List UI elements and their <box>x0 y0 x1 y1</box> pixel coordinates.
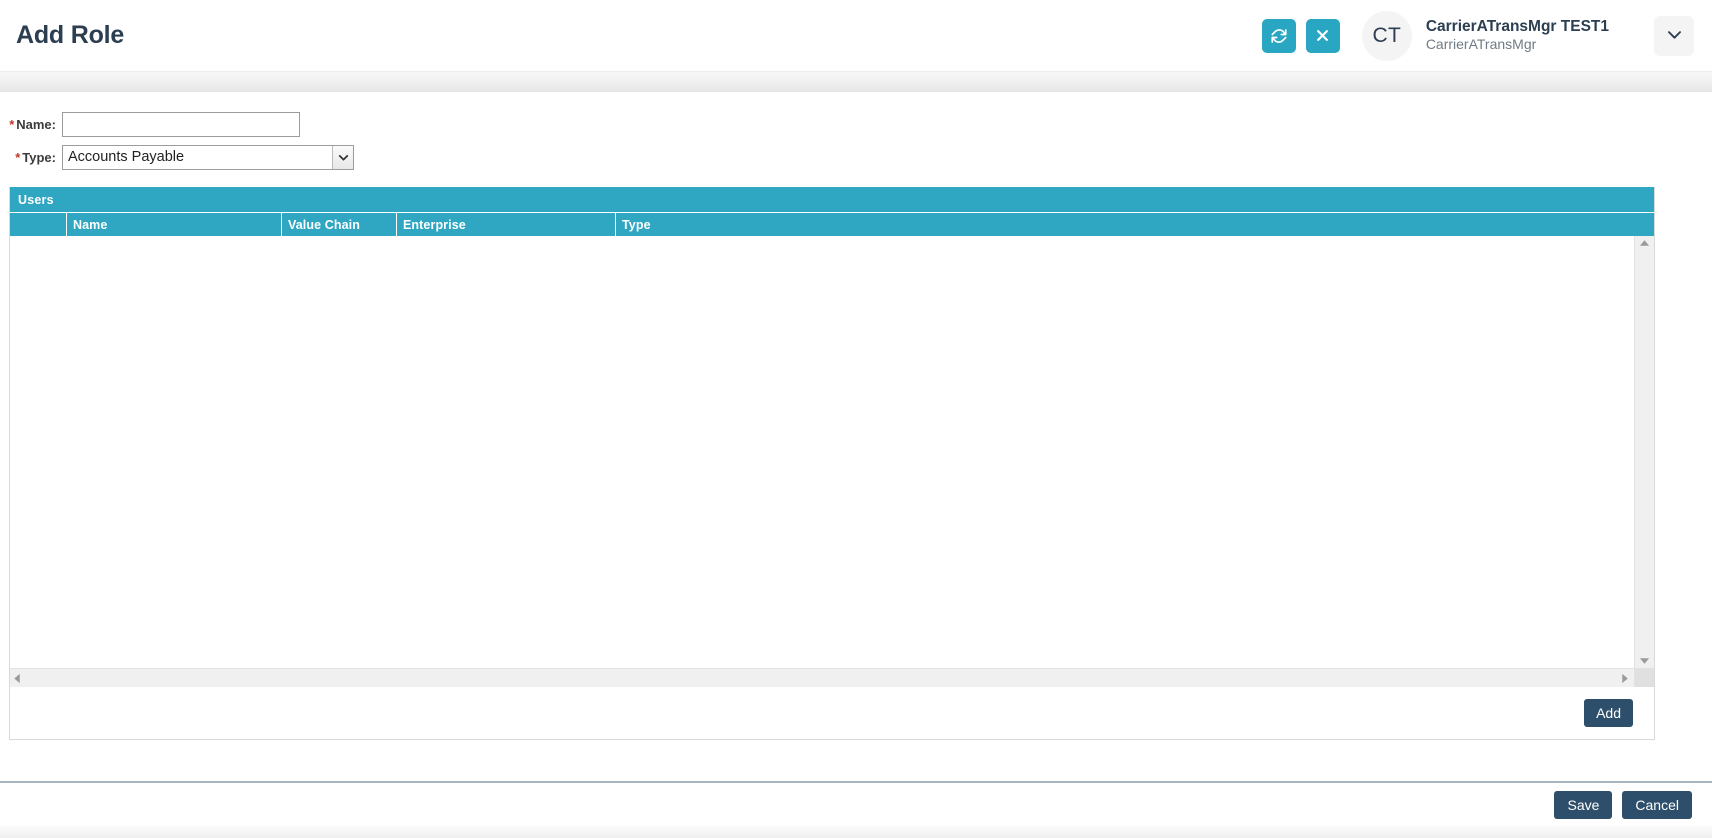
user-menu-button[interactable] <box>1654 15 1694 56</box>
chevron-down-icon[interactable] <box>332 145 353 169</box>
type-select[interactable]: Accounts Payable <box>62 144 354 170</box>
caret-left-icon[interactable] <box>13 673 21 684</box>
chevron-down-icon <box>1665 25 1684 47</box>
column-header-enterprise[interactable]: Enterprise <box>397 213 616 236</box>
app-header: Add Role CT CarrierATransMgr TEST1 Carri… <box>0 0 1712 71</box>
type-label-text: Type: <box>22 149 56 165</box>
cancel-button[interactable]: Cancel <box>1622 790 1692 819</box>
name-label: * Name: <box>0 117 62 132</box>
type-select-box[interactable]: Accounts Payable <box>62 144 354 170</box>
caret-up-icon[interactable] <box>1639 239 1650 247</box>
user-name: CarrierATransMgr TEST1 <box>1425 18 1609 36</box>
save-button[interactable]: Save <box>1554 790 1613 819</box>
refresh-icon <box>1270 27 1288 45</box>
vertical-scrollbar[interactable] <box>1634 236 1654 668</box>
type-select-value: Accounts Payable <box>68 149 185 165</box>
name-input[interactable] <box>62 111 300 137</box>
page-bottom-strip <box>0 826 1712 838</box>
refresh-button[interactable] <box>1261 18 1296 53</box>
form-footer: Save Cancel <box>0 781 1712 826</box>
users-table-header: Name Value Chain Enterprise Type <box>10 212 1654 236</box>
form-content: * Name: * Type: Accounts Payable Users Nam… <box>0 108 1712 740</box>
required-asterisk: * <box>15 149 21 165</box>
required-asterisk: * <box>9 116 15 132</box>
users-panel-title: Users <box>10 187 1654 212</box>
column-header-value-chain[interactable]: Value Chain <box>282 213 397 236</box>
caret-down-icon[interactable] <box>1639 657 1650 665</box>
add-user-button[interactable]: Add <box>1584 699 1633 727</box>
column-header-select[interactable] <box>10 213 67 236</box>
caret-right-icon[interactable] <box>1621 673 1629 684</box>
users-panel: Users Name Value Chain Enterprise Type A… <box>9 187 1655 740</box>
type-field-row: * Type: Accounts Payable <box>0 141 1712 173</box>
users-panel-actions: Add <box>10 687 1654 739</box>
avatar[interactable]: CT <box>1361 10 1412 61</box>
page-title: Add Role <box>16 21 125 49</box>
type-label: * Type: <box>0 150 62 165</box>
header-subbar <box>0 71 1712 92</box>
users-table-body <box>10 236 1634 668</box>
column-header-name[interactable]: Name <box>67 213 282 236</box>
user-info: CarrierATransMgr TEST1 CarrierATransMgr <box>1426 17 1609 54</box>
scrollbar-corner <box>1634 669 1654 687</box>
users-table-body-wrap <box>10 236 1654 668</box>
column-header-type[interactable]: Type <box>616 213 1654 236</box>
close-button[interactable] <box>1305 18 1340 53</box>
header-actions: CT CarrierATransMgr TEST1 CarrierATransM… <box>1252 10 1694 61</box>
name-field-row: * Name: <box>0 108 1712 140</box>
name-label-text: Name: <box>16 116 56 132</box>
close-icon <box>1315 28 1330 43</box>
horizontal-scrollbar[interactable] <box>10 668 1654 687</box>
user-role: CarrierATransMgr <box>1425 36 1537 53</box>
